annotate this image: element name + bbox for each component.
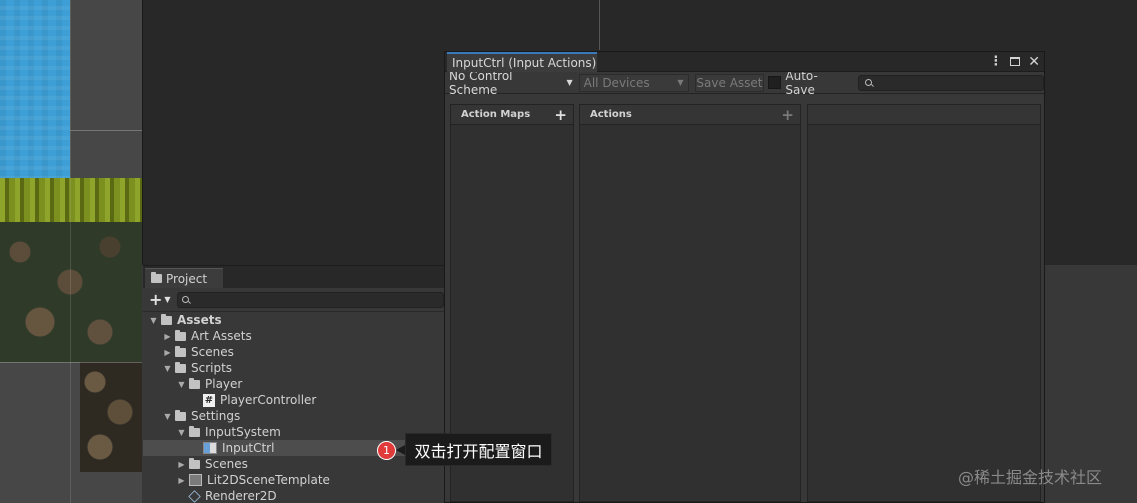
csharp-script-icon: # <box>203 393 215 407</box>
tree-item-scenes[interactable]: ▶ Scenes <box>143 344 444 360</box>
tree-item-label: Art Assets <box>191 329 252 343</box>
folder-icon <box>151 272 162 283</box>
folder-icon <box>175 409 186 421</box>
window-title: InputCtrl (Input Actions) <box>452 56 597 70</box>
window-title-bar: InputCtrl (Input Actions) ⋮ ✕ <box>445 52 1044 72</box>
project-tab-bar: Project <box>143 266 444 288</box>
project-panel: Project + ▼ ▼ Assets ▶ Art Assets ▶ Scenes ▼ Sc… <box>143 265 444 503</box>
chevron-down-icon: ▼ <box>677 78 684 87</box>
collapse-arrow-icon[interactable]: ▶ <box>163 332 172 341</box>
folder-icon <box>175 345 186 357</box>
tree-item-label: Renderer2D <box>205 489 277 503</box>
tree-item-art-assets[interactable]: ▶ Art Assets <box>143 328 444 344</box>
folder-icon <box>161 313 172 325</box>
water-tiles <box>0 0 70 180</box>
tree-item-label: PlayerController <box>220 393 317 407</box>
tree-item-renderer2d[interactable]: Renderer2D <box>143 488 444 503</box>
tree-item-label: Scenes <box>205 457 248 471</box>
control-scheme-label: No Control Scheme <box>449 68 513 97</box>
properties-pane <box>807 104 1041 502</box>
search-icon <box>181 296 189 303</box>
chevron-down-icon: ▼ <box>164 294 171 304</box>
input-actions-toolbar: No Control Scheme ▼ All Devices ▼ Save A… <box>445 68 1044 97</box>
tree-item-inputsystem[interactable]: ▼ InputSystem <box>143 424 444 440</box>
tree-item-label: InputSystem <box>205 425 281 439</box>
window-controls: ⋮ ✕ <box>989 54 1040 69</box>
tree-item-label: InputCtrl <box>222 441 275 455</box>
action-maps-header: Action Maps + <box>451 105 573 125</box>
tree-item-label: Player <box>205 377 243 391</box>
devices-dropdown[interactable]: All Devices ▼ <box>578 73 689 92</box>
window-tab[interactable]: InputCtrl (Input Actions) <box>447 52 597 72</box>
tree-item-scenes[interactable]: ▶ Scenes <box>143 456 444 472</box>
actions-search-input[interactable] <box>858 74 1044 91</box>
add-action-map-button[interactable]: + <box>554 106 567 124</box>
expand-arrow-icon[interactable]: ▼ <box>177 428 186 437</box>
control-scheme-dropdown[interactable]: No Control Scheme ▼ <box>445 69 577 97</box>
rock-tiles <box>80 362 142 472</box>
expand-arrow-icon[interactable]: ▼ <box>177 380 186 389</box>
view-divider <box>599 0 600 50</box>
tree-item-label: Scripts <box>191 361 233 375</box>
collapse-arrow-icon[interactable]: ▶ <box>177 460 186 469</box>
scene-grid-line <box>70 130 142 131</box>
actions-header: Actions + <box>580 105 800 125</box>
scene-grid-line <box>70 0 71 503</box>
input-actions-icon <box>203 442 217 454</box>
close-icon[interactable]: ✕ <box>1028 55 1040 69</box>
tab-project[interactable]: Project <box>145 268 223 288</box>
tree-item-label: Lit2DSceneTemplate <box>207 473 330 487</box>
tree-item-playercontroller[interactable]: # PlayerController <box>143 392 444 408</box>
dirt-tiles <box>0 222 142 362</box>
project-toolbar: + ▼ <box>143 288 444 312</box>
watermark: @稀土掘金技术社区 <box>958 468 1103 487</box>
tree-item-lit2dscenetemplate[interactable]: ▶ Lit2DSceneTemplate <box>143 472 444 488</box>
callout-number-badge: 1 <box>377 441 396 460</box>
auto-save-checkbox[interactable] <box>768 76 782 89</box>
tree-item-label: Scenes <box>191 345 234 359</box>
folder-icon <box>189 457 200 469</box>
expand-arrow-icon[interactable]: ▼ <box>149 316 158 325</box>
folder-icon <box>189 425 200 437</box>
scene-template-icon <box>189 474 202 486</box>
renderer-icon <box>188 489 201 503</box>
tab-project-label: Project <box>166 271 208 286</box>
tree-item-assets[interactable]: ▼ Assets <box>143 312 444 328</box>
folder-icon <box>175 329 186 341</box>
scene-grid-line <box>0 362 142 363</box>
callout-tooltip: 双击打开配置窗口 <box>405 433 552 466</box>
tree-item-scripts[interactable]: ▼ Scripts <box>143 360 444 376</box>
tree-item-label: Settings <box>191 409 241 423</box>
tree-item-label: Assets <box>177 313 222 327</box>
tree-item-player[interactable]: ▼ Player <box>143 376 444 392</box>
scene-view[interactable] <box>0 0 142 503</box>
plus-icon: + <box>149 289 163 309</box>
folder-icon <box>189 377 200 389</box>
folder-icon <box>175 361 186 373</box>
properties-header <box>808 105 1040 125</box>
expand-arrow-icon[interactable]: ▼ <box>163 412 172 421</box>
save-asset-button[interactable]: Save Asset <box>694 73 765 92</box>
chevron-down-icon: ▼ <box>566 78 573 87</box>
collapse-arrow-icon[interactable]: ▶ <box>177 476 186 485</box>
project-search-input[interactable] <box>176 291 444 308</box>
devices-label: All Devices <box>583 75 650 90</box>
more-menu-icon[interactable]: ⋮ <box>989 54 1002 69</box>
actions-pane: Actions + <box>579 104 801 502</box>
collapse-arrow-icon[interactable]: ▶ <box>163 348 172 357</box>
grass-tiles <box>0 178 142 222</box>
auto-save-label: Auto-Save <box>785 68 818 97</box>
create-button[interactable]: + ▼ <box>149 289 171 309</box>
callout-pointer <box>396 445 405 455</box>
search-icon <box>865 79 873 86</box>
add-action-button[interactable]: + <box>781 106 794 124</box>
actions-title: Actions <box>590 109 632 120</box>
tree-item-settings[interactable]: ▼ Settings <box>143 408 444 424</box>
action-maps-title: Action Maps <box>461 109 531 120</box>
maximize-icon[interactable] <box>1010 57 1021 66</box>
expand-arrow-icon[interactable]: ▼ <box>163 364 172 373</box>
